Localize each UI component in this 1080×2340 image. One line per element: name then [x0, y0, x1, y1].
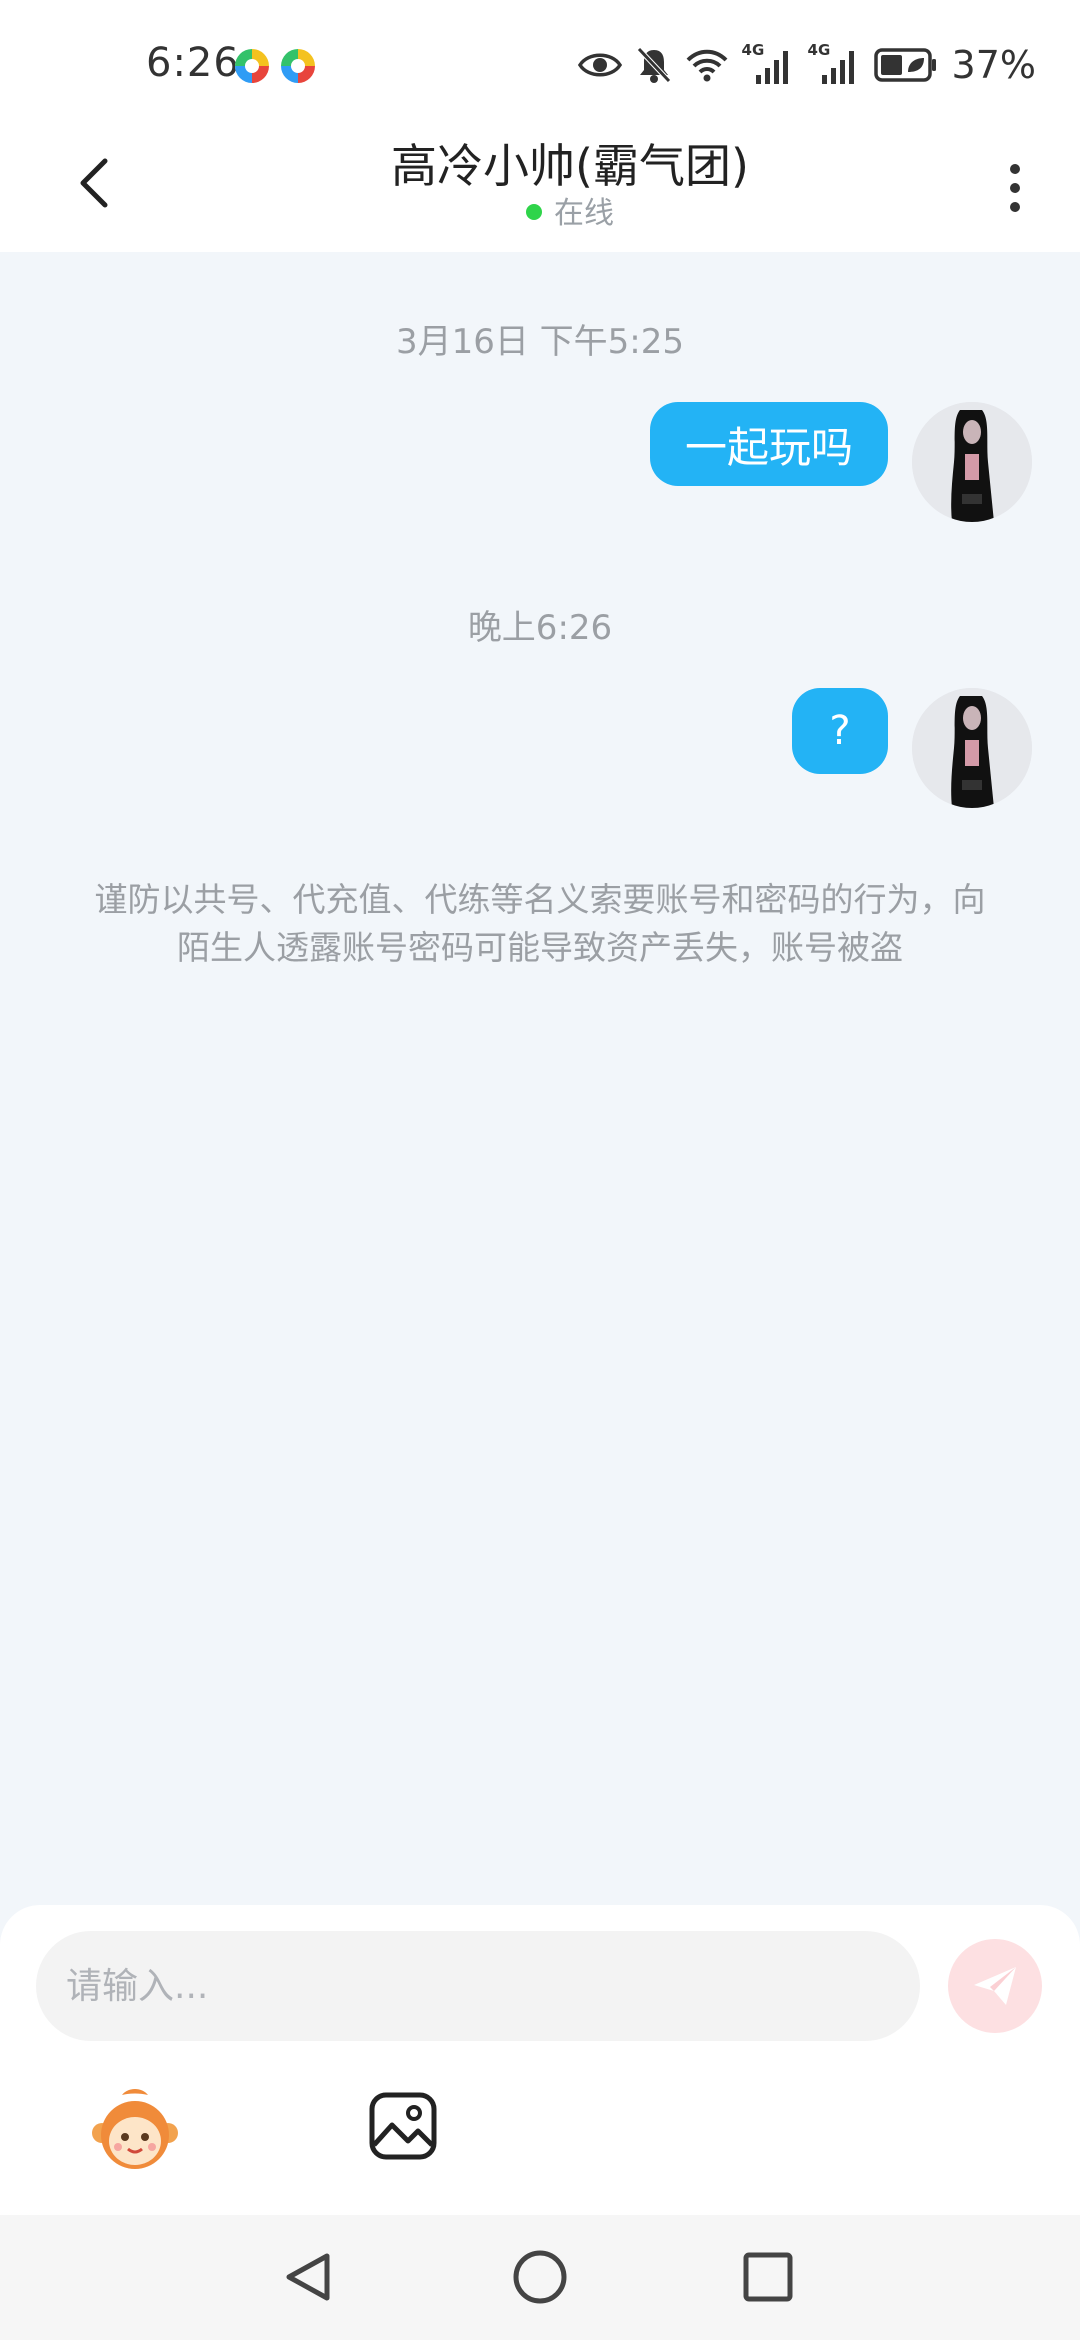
signal-bars-icon	[755, 51, 788, 84]
status-time: 6:26	[146, 40, 240, 86]
contact-name: 高冷小帅(霸气团)	[391, 139, 749, 193]
image-button[interactable]	[368, 2091, 438, 2161]
mute-bell-icon	[636, 47, 671, 83]
send-button[interactable]	[948, 1939, 1042, 2033]
more-icon-dot	[1010, 183, 1020, 193]
signal-1: 4G	[742, 41, 794, 85]
message-timestamp: 3月16日 下午5:25	[395, 322, 685, 362]
emoji-button[interactable]	[90, 2085, 180, 2175]
nav-home-button[interactable]	[508, 2245, 572, 2309]
battery-percent: 37%	[951, 43, 1036, 87]
security-warning: 谨防以共号、代充值、代练等名义索要账号和密码的行为，向陌生人透露账号密码可能导致…	[94, 880, 986, 967]
app-notification-icon	[235, 49, 269, 83]
message-timestamp: 晚上6:26	[467, 608, 613, 648]
avatar[interactable]	[912, 688, 1032, 808]
message-bubble[interactable]: 一起玩吗	[650, 402, 888, 486]
system-nav-bar	[0, 2215, 1080, 2340]
nav-back-icon	[286, 2253, 330, 2301]
status-icons: 4G 4G 37%	[577, 40, 1036, 90]
message-bubble[interactable]: ?	[792, 688, 888, 774]
eye-icon	[577, 53, 622, 77]
battery-icon	[873, 48, 936, 82]
input-panel	[0, 1905, 1080, 2215]
avatar-image	[912, 402, 1032, 522]
more-button[interactable]	[990, 148, 1040, 228]
more-icon-dot	[1010, 202, 1020, 212]
avatar[interactable]	[912, 402, 1032, 522]
chat-header: 高冷小帅(霸气团) 在线	[0, 130, 1080, 252]
avatar-image	[912, 688, 1032, 808]
signal-2: 4G	[808, 41, 860, 85]
nav-back-button[interactable]	[276, 2245, 340, 2309]
online-status: 在线	[0, 188, 1080, 232]
signal-bars-icon	[821, 51, 854, 84]
online-dot-icon	[526, 203, 542, 220]
online-status-label: 在线	[554, 196, 614, 231]
emoji-icon	[92, 2089, 178, 2169]
nav-home-icon	[513, 2250, 567, 2304]
wifi-icon	[686, 49, 727, 82]
status-bar: 6:26 4G 4G 37%	[0, 0, 1080, 130]
send-icon	[974, 1967, 1016, 2005]
app-notification-icon	[281, 49, 315, 83]
image-icon	[369, 2092, 437, 2160]
nav-recents-button[interactable]	[736, 2245, 800, 2309]
more-icon	[1010, 164, 1020, 174]
nav-recents-icon	[743, 2252, 793, 2302]
message-input[interactable]	[36, 1931, 920, 2041]
